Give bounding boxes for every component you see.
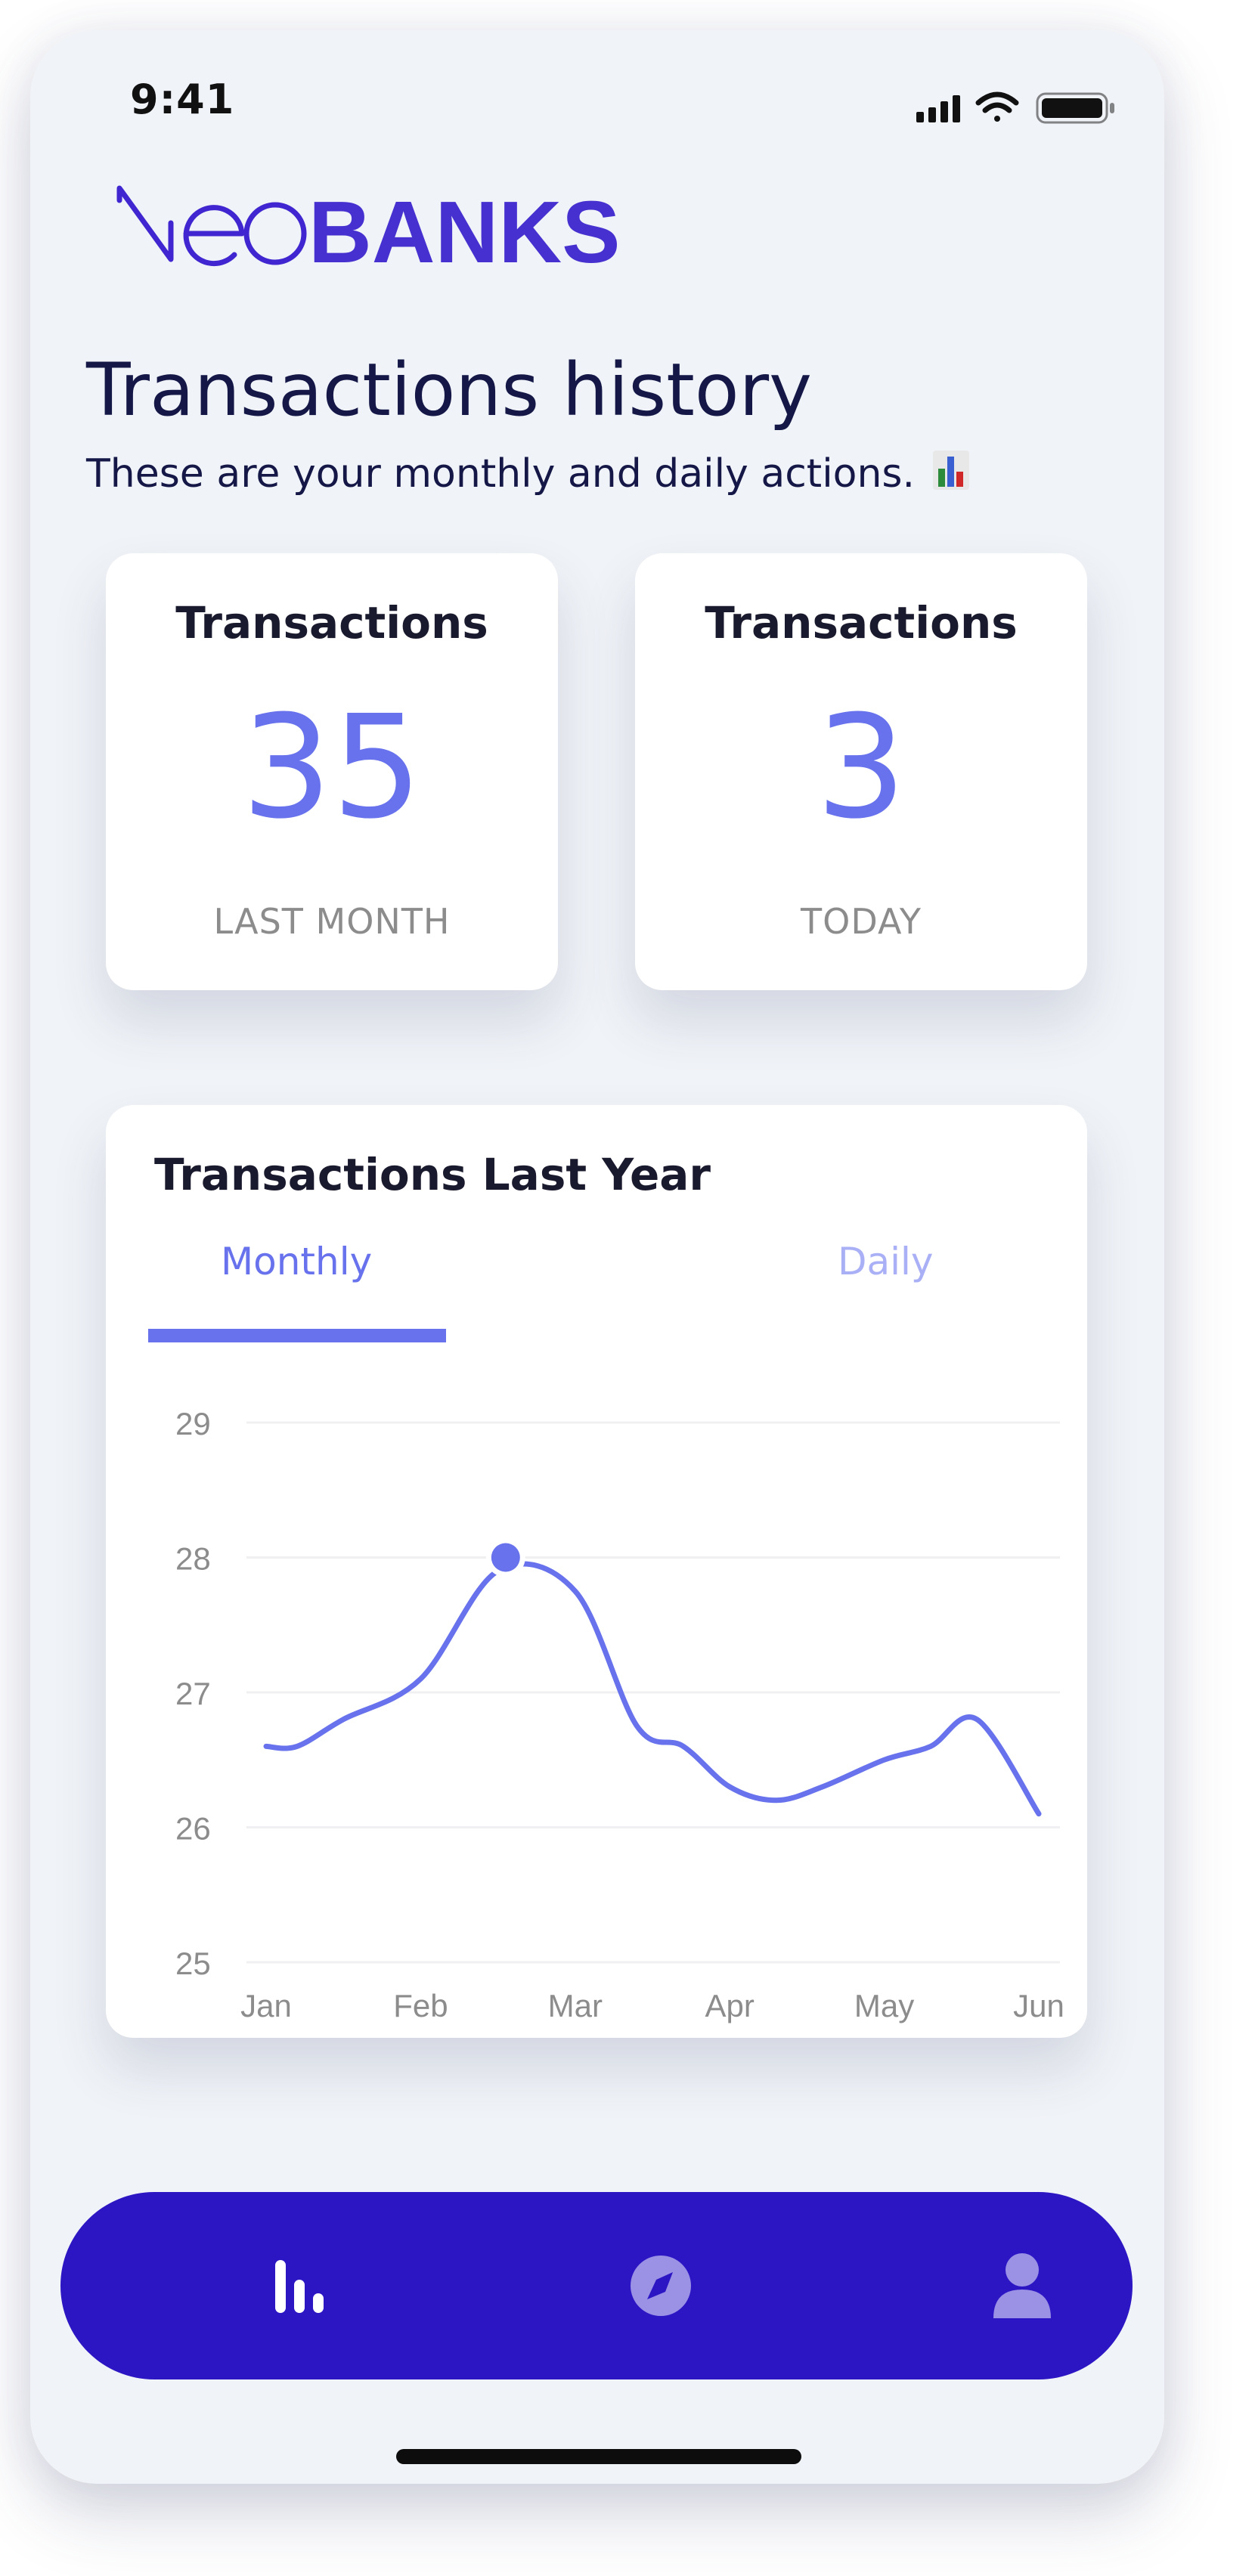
series-line — [263, 1561, 1042, 1817]
stat-card-last-month[interactable]: Transactions 35 LAST MONTH — [106, 553, 558, 990]
signal-icon — [916, 95, 960, 122]
bar-chart-icon — [275, 2260, 324, 2313]
bar-chart-emoji-icon — [932, 449, 970, 491]
nav-stats-button[interactable] — [254, 2240, 345, 2331]
phone-screen: 9:41 BANKS Transactions history These ar… — [30, 30, 1164, 2484]
brand-logo: BANKS — [113, 183, 718, 291]
status-icons — [916, 89, 1120, 127]
stat-value: 35 — [241, 685, 423, 850]
page-title: Transactions history — [86, 348, 812, 432]
stat-card-today[interactable]: Transactions 3 TODAY — [635, 553, 1087, 990]
stat-label: LAST MONTH — [213, 901, 451, 942]
stat-value: 3 — [816, 685, 906, 850]
stat-title: Transactions — [175, 597, 488, 649]
x-tick-label: Mar — [548, 1988, 603, 2023]
bottom-nav — [60, 2192, 1133, 2379]
compass-icon — [631, 2256, 691, 2316]
wifi-icon — [975, 91, 1019, 122]
user-icon — [993, 2253, 1051, 2318]
home-indicator — [396, 2449, 801, 2464]
highlight-point — [491, 1543, 520, 1572]
stat-label: TODAY — [801, 901, 922, 942]
chart-card: Transactions Last Year Monthly Daily 25 2… — [106, 1105, 1087, 2038]
y-tick-label: 28 — [175, 1541, 211, 1577]
page-subtitle-text: These are your monthly and daily actions… — [86, 451, 916, 497]
nav-profile-button[interactable] — [977, 2240, 1068, 2331]
y-tick-label: 27 — [175, 1676, 211, 1711]
x-tick-label: Jan — [240, 1988, 292, 2023]
status-time: 9:41 — [130, 76, 235, 123]
x-tick-label: Feb — [393, 1988, 448, 2023]
y-tick-label: 26 — [175, 1811, 211, 1847]
nav-explore-button[interactable] — [615, 2240, 706, 2331]
x-tick-label: Apr — [705, 1988, 755, 2023]
y-tick-label: 25 — [175, 1946, 211, 1981]
stat-title: Transactions — [705, 597, 1018, 649]
line-chart: 25 26 27 28 29 Jan Feb Mar Apr May Jun — [175, 1406, 1064, 2023]
x-tick-label: May — [854, 1988, 914, 2023]
page-subtitle: These are your monthly and daily actions… — [86, 449, 970, 497]
y-tick-label: 29 — [175, 1406, 211, 1441]
battery-icon — [1036, 92, 1114, 124]
x-tick-label: Jun — [1013, 1988, 1064, 2023]
brand-name-suffix: BANKS — [308, 185, 620, 281]
